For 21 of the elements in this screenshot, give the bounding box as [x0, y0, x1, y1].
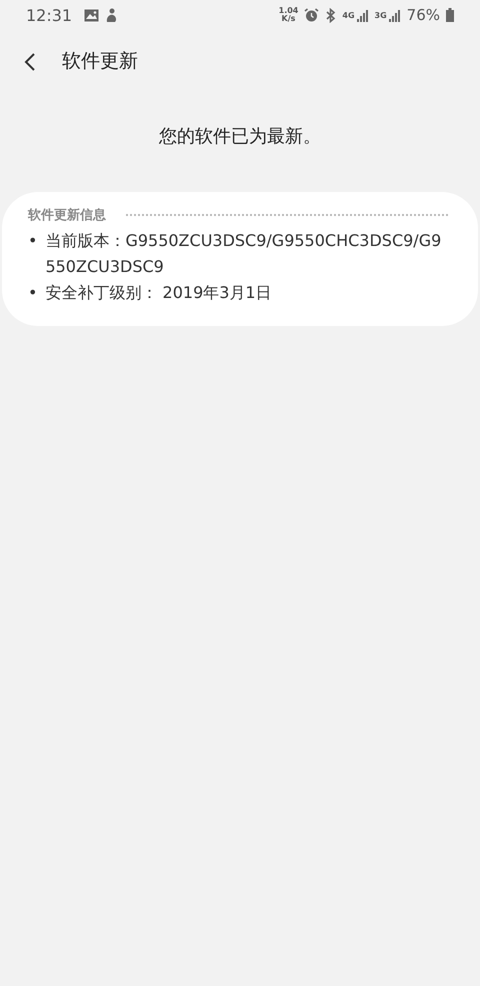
page-title: 软件更新 — [62, 49, 138, 74]
clock-time: 12:31 — [26, 6, 72, 24]
info-text: 安全补丁级别： 2019年3月1日 — [45, 282, 272, 304]
network-type: 3G — [374, 10, 387, 20]
battery-icon — [446, 8, 454, 22]
back-icon — [24, 53, 36, 71]
signal-icon — [388, 8, 401, 22]
network-type: 4G — [342, 10, 355, 20]
info-text: 当前版本：G9550ZCU3DSC9/G9550CHC3DSC9/G9550ZCU3DSC9 — [45, 230, 442, 278]
net-speed-value: 1.04 — [278, 7, 298, 15]
net-speed-unit: K/s — [282, 15, 296, 23]
bullet: • — [28, 230, 38, 252]
battery-percent: 76% — [406, 6, 440, 24]
image-icon — [84, 8, 100, 22]
bluetooth-icon — [325, 8, 336, 22]
alarm-icon — [304, 8, 320, 22]
bullet: • — [28, 282, 38, 304]
status-message: 您的软件已为最新。 — [158, 125, 322, 148]
section-title: 软件更新信息 — [28, 206, 106, 224]
signal-icon — [356, 8, 369, 22]
figure-icon — [105, 8, 118, 22]
